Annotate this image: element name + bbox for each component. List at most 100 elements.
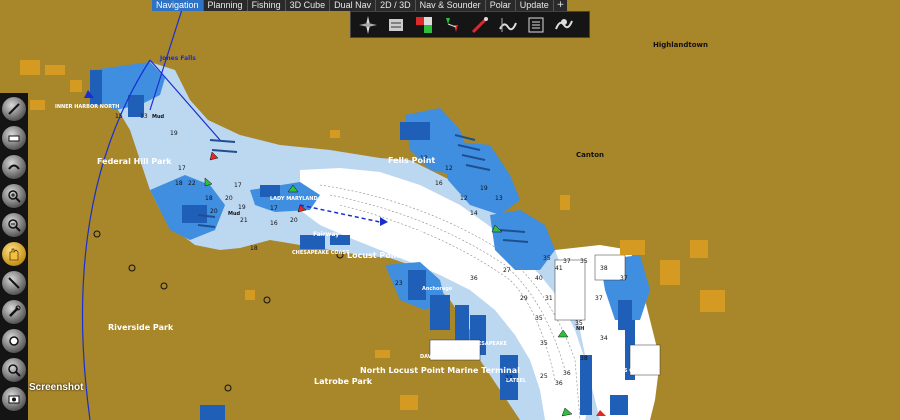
svg-text:North Locust Point Marine Term: North Locust Point Marine Terminal [360, 366, 520, 375]
eraser-icon[interactable] [2, 126, 26, 150]
svg-text:27: 27 [503, 267, 511, 274]
layers-icon[interactable] [413, 14, 435, 36]
svg-text:29: 29 [520, 295, 528, 302]
svg-text:21: 21 [240, 217, 248, 224]
svg-text:18: 18 [175, 180, 183, 187]
svg-text:Jones Falls: Jones Falls [159, 55, 196, 62]
svg-text:19: 19 [170, 130, 178, 137]
svg-text:20: 20 [210, 208, 218, 215]
zoom-in-icon[interactable] [2, 184, 26, 208]
svg-text:41: 41 [555, 265, 563, 272]
svg-text:Federal Hill Park: Federal Hill Park [97, 157, 172, 166]
tab-dual-nav[interactable]: Dual Nav [330, 0, 377, 11]
svg-text:Latrobe Park: Latrobe Park [314, 377, 373, 386]
svg-text:PRIDE OF BALTIMORE: PRIDE OF BALTIMORE [363, 230, 423, 236]
tab-update[interactable]: Update [515, 0, 554, 11]
tab-planning[interactable]: Planning [203, 0, 248, 11]
svg-text:16: 16 [270, 220, 278, 227]
svg-text:36: 36 [470, 275, 478, 282]
svg-text:17: 17 [270, 205, 278, 212]
pan-icon[interactable] [2, 155, 26, 179]
svg-text:19: 19 [480, 185, 488, 192]
svg-text:12: 12 [460, 195, 468, 202]
tab-nav-sounder[interactable]: Nav & Sounder [415, 0, 486, 11]
svg-text:USNS GORDON: USNS GORDON [612, 368, 654, 374]
hand-icon[interactable] [2, 242, 26, 266]
svg-text:35: 35 [535, 315, 543, 322]
svg-text:Highlandtown: Highlandtown [653, 41, 708, 49]
tab-fishing[interactable]: Fishing [247, 0, 286, 11]
svg-text:37: 37 [595, 295, 603, 302]
svg-text:38: 38 [580, 355, 588, 362]
svg-text:INNER HARBOR NORTH: INNER HARBOR NORTH [55, 104, 119, 110]
svg-text:15: 15 [115, 113, 123, 120]
tab-polar[interactable]: Polar [485, 0, 516, 11]
svg-text:MARINA: MARINA [635, 352, 658, 358]
svg-text:14: 14 [470, 210, 478, 217]
svg-text:17: 17 [178, 165, 186, 172]
svg-text:Locust Point: Locust Point [347, 251, 403, 260]
svg-text:LADY MARYLAND: LADY MARYLAND [270, 196, 318, 202]
svg-text:36: 36 [563, 370, 571, 377]
tide-table-icon[interactable] [497, 14, 519, 36]
svg-text:35: 35 [540, 340, 548, 347]
svg-text:31: 31 [545, 295, 553, 302]
edit-pen-icon[interactable] [469, 14, 491, 36]
svg-text:37: 37 [620, 275, 628, 282]
svg-text:34: 34 [600, 335, 608, 342]
svg-text:18: 18 [250, 245, 258, 252]
svg-text:18: 18 [205, 195, 213, 202]
nautical-chart[interactable]: 15 13 19 17 20 17 19 21 16 18 20 20 18 2… [0, 0, 900, 420]
svg-text:Anchorage: Anchorage [422, 286, 453, 292]
chart-toolbar [350, 11, 590, 38]
svg-text:37: 37 [563, 258, 571, 265]
zoom-out-icon[interactable] [2, 213, 26, 237]
svg-text:Riverside Park: Riverside Park [108, 323, 174, 332]
svg-text:13: 13 [140, 113, 148, 120]
svg-text:20: 20 [225, 195, 233, 202]
measure-icon[interactable] [2, 271, 26, 295]
svg-text:35: 35 [543, 255, 551, 262]
svg-text:22: 22 [188, 180, 196, 187]
svg-text:25: 25 [540, 373, 548, 380]
svg-text:CHESAPEAKE: CHESAPEAKE [470, 341, 508, 347]
svg-text:38: 38 [600, 265, 608, 272]
screenshot-label[interactable]: Screenshot [29, 382, 83, 393]
tab-2d-3d[interactable]: 2D / 3D [376, 0, 416, 11]
svg-text:Canton: Canton [576, 151, 604, 159]
svg-text:LATEEL: LATEEL [506, 378, 527, 384]
svg-text:23: 23 [395, 280, 403, 287]
svg-text:NH: NH [576, 326, 584, 332]
add-tab-button[interactable]: + [553, 0, 568, 11]
svg-text:36: 36 [555, 380, 563, 387]
svg-text:CHESAPEAKE COAST: CHESAPEAKE COAST [292, 250, 350, 256]
svg-text:35: 35 [580, 258, 588, 265]
svg-text:20: 20 [290, 217, 298, 224]
wrench-icon[interactable] [2, 300, 26, 324]
svg-text:Mud: Mud [152, 114, 165, 120]
svg-text:17: 17 [234, 182, 242, 189]
svg-text:Fells Point: Fells Point [388, 156, 435, 165]
tab-3d-cube[interactable]: 3D Cube [285, 0, 331, 11]
chart-book-icon[interactable] [385, 14, 407, 36]
weather-icon[interactable] [525, 14, 547, 36]
svg-text:19: 19 [238, 204, 246, 211]
compass-icon[interactable] [357, 14, 379, 36]
svg-text:12: 12 [445, 165, 453, 172]
svg-text:Fairway: Fairway [313, 231, 339, 238]
svg-text:13: 13 [495, 195, 503, 202]
svg-text:DAVID H KRAUSE: DAVID H KRAUSE [420, 354, 468, 360]
svg-text:16: 16 [435, 180, 443, 187]
screenshot-icon[interactable] [2, 387, 26, 411]
route-tools-icon[interactable] [441, 14, 463, 36]
settings-gear-icon[interactable] [553, 14, 575, 36]
svg-text:Mud: Mud [228, 211, 241, 217]
svg-text:40: 40 [535, 275, 543, 282]
tab-navigation[interactable]: Navigation [152, 0, 204, 11]
left-toolbar [0, 93, 28, 420]
settings-icon[interactable] [2, 329, 26, 353]
top-tab-bar: Navigation Planning Fishing 3D Cube Dual… [152, 0, 568, 11]
svg-text:West Harbor: West Harbor [432, 267, 474, 274]
pen-tool-icon[interactable] [2, 97, 26, 121]
search-icon[interactable] [2, 358, 26, 382]
